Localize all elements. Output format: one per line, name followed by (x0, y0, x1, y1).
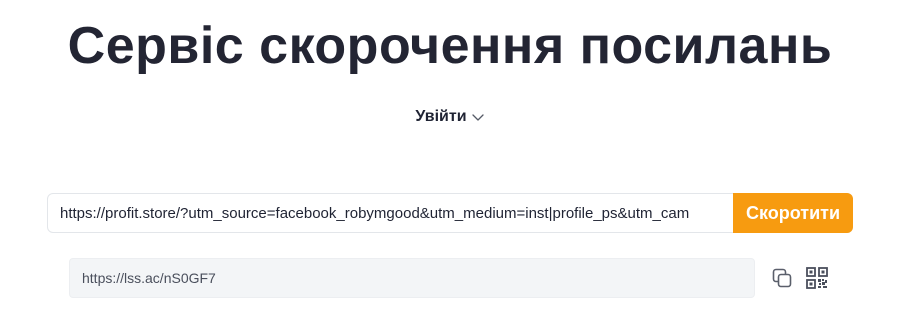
url-form: https://profit.store/?utm_source=faceboo… (47, 193, 853, 233)
page-title: Сервіс скорочення посилань (67, 17, 833, 75)
short-url-field[interactable]: https://lss.ac/nS0GF7 (69, 258, 755, 298)
login-label: Увійти (415, 108, 467, 125)
shorten-button[interactable]: Скоротити (733, 193, 853, 233)
page: Сервіс скорочення посилань Увійти https:… (0, 0, 900, 321)
login-dropdown[interactable]: Увійти (415, 106, 484, 128)
login-area: Увійти (0, 106, 900, 128)
long-url-input[interactable]: https://profit.store/?utm_source=faceboo… (48, 194, 733, 232)
chevron-down-icon (471, 114, 484, 121)
copy-icon[interactable] (771, 267, 793, 289)
short-url-text: https://lss.ac/nS0GF7 (82, 270, 216, 286)
qr-code-icon[interactable] (806, 267, 828, 289)
